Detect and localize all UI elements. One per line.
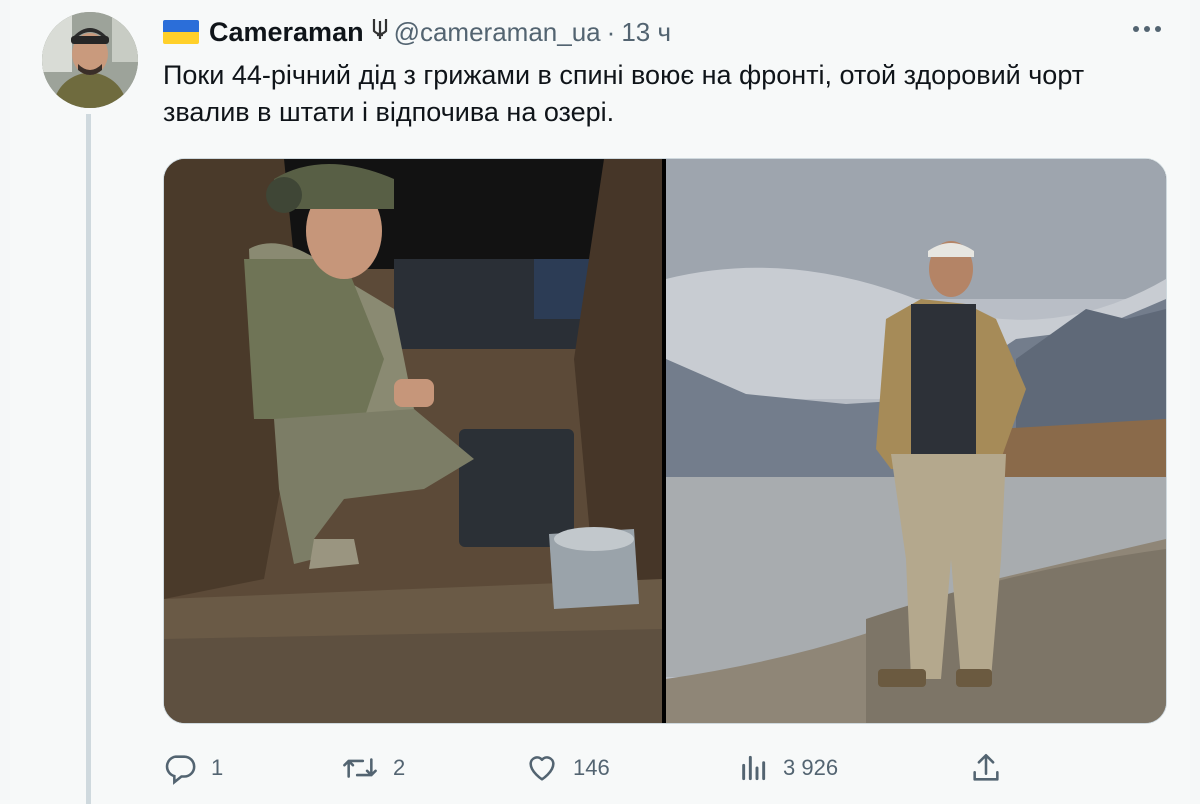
views-icon	[742, 755, 766, 781]
soldier-image	[164, 159, 662, 723]
like-count: 146	[573, 755, 610, 780]
author-avatar[interactable]	[42, 12, 138, 108]
page: Cameraman @cameraman_ua · 13 ч Поки 44-р…	[0, 0, 1200, 804]
share-button[interactable]	[969, 745, 1003, 791]
avatar-image	[42, 12, 138, 108]
action-bar: 1 2 146 3 926	[163, 745, 1173, 791]
retweet-button[interactable]: 2	[341, 745, 405, 791]
more-options-button[interactable]	[1130, 14, 1164, 44]
views-count: 3 926	[783, 755, 839, 780]
tweet-text: Поки 44-річний дід з грижами в спині вою…	[163, 60, 1085, 127]
tweet-time[interactable]: 13 ч	[621, 17, 671, 48]
photo-soldier[interactable]	[164, 159, 662, 723]
author-name[interactable]: Cameraman	[209, 17, 364, 48]
more-dots-icon	[1133, 26, 1161, 32]
tweet-header: Cameraman @cameraman_ua · 13 ч	[163, 14, 671, 50]
ukraine-flag-icon	[163, 20, 199, 44]
trident-icon	[372, 17, 388, 47]
heart-icon	[529, 756, 555, 781]
retweet-count: 2	[393, 755, 406, 780]
share-icon	[973, 753, 999, 781]
header-separator: ·	[606, 16, 616, 47]
views-button[interactable]: 3 926	[737, 745, 838, 791]
photo-lake[interactable]	[666, 159, 1166, 723]
media-grid	[163, 158, 1167, 724]
reply-icon	[165, 755, 196, 785]
reply-button[interactable]: 1	[163, 745, 223, 791]
thread-line	[86, 114, 91, 804]
reply-count: 1	[211, 755, 224, 780]
author-handle[interactable]: @cameraman_ua	[394, 17, 601, 48]
like-button[interactable]: 146	[525, 745, 610, 791]
lake-image	[666, 159, 1166, 723]
retweet-icon	[343, 758, 377, 778]
